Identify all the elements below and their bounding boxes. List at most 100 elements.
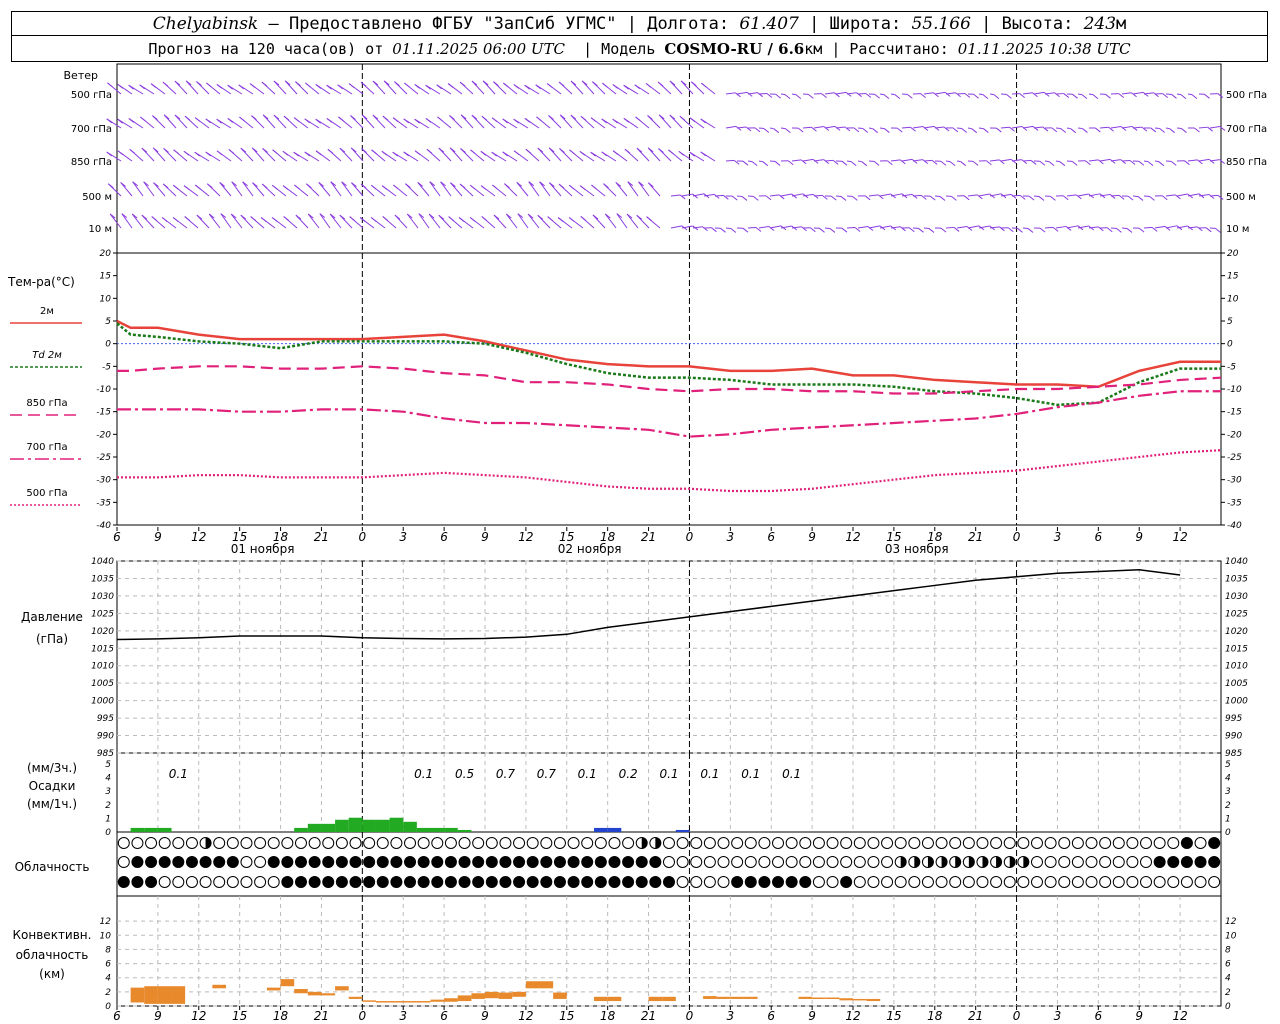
wind-barb — [945, 92, 956, 95]
wind-barb — [220, 213, 232, 229]
cloud-cover-symbol — [635, 856, 648, 868]
temp-tick-label-left: 15 — [100, 272, 112, 282]
wind-barb-flag — [271, 217, 278, 222]
temp-legend-label: 2м — [40, 306, 54, 317]
conv-cloud-bar — [389, 1001, 404, 1003]
cloud-cover-symbol — [499, 876, 512, 888]
temp-tick-label-left: -40 — [96, 521, 111, 531]
cloud-cover-symbol — [1167, 876, 1180, 888]
wind-barb — [846, 160, 852, 163]
time-tick-label: 9 — [481, 530, 489, 544]
wind-barb-flag — [645, 83, 652, 88]
pressure-tick-left: 1015 — [91, 644, 114, 654]
wind-barb-flag — [568, 184, 575, 190]
cloud-cover-half — [1009, 856, 1016, 868]
wind-barb-flag — [304, 151, 311, 157]
wind-level-left: 700 гПа — [71, 124, 112, 135]
cloud-cover-symbol — [458, 856, 471, 868]
cloud-cover-symbol — [1003, 876, 1016, 888]
wind-barb — [539, 181, 551, 197]
cloud-cover-symbol — [921, 876, 934, 888]
wind-barb-flag — [240, 147, 247, 153]
cloud-cover-symbol — [349, 856, 362, 868]
cloud-cover-symbol — [308, 837, 321, 849]
wind-barb-flag — [381, 150, 388, 156]
time-tick-label-bottom: 9 — [154, 1009, 162, 1023]
wind-barb-flag — [884, 128, 890, 133]
wind-barb-flag — [349, 216, 355, 221]
cloud-cover-symbol — [690, 876, 703, 888]
wind-barb-flag — [1092, 94, 1099, 100]
cloud-cover-symbol — [1071, 856, 1084, 868]
wind-barb-flag — [239, 116, 245, 122]
time-tick-label: 21 — [314, 530, 329, 544]
precip-bar — [294, 827, 308, 832]
cloud-cover-symbol — [513, 876, 526, 888]
wind-barb-flag — [1039, 160, 1046, 166]
wind-barb — [923, 125, 935, 129]
cloud-cover-symbol — [962, 876, 975, 888]
wind-barb — [681, 193, 693, 197]
time-tick-label-bottom: 6 — [1095, 1009, 1103, 1023]
wind-barb-flag — [742, 160, 749, 166]
temp-tick-label-left: 5 — [105, 317, 111, 327]
cloud-cover-symbol — [1140, 837, 1153, 849]
cloud-cover-symbol — [1071, 837, 1084, 849]
wind-barb — [923, 159, 933, 162]
cloud-cover-half — [914, 856, 920, 868]
wind-barb — [1022, 159, 1032, 162]
wind-barbs — [106, 80, 1226, 233]
temp-tick-label-left: 10 — [100, 294, 112, 304]
wind-level-right: 500 м — [1226, 192, 1256, 203]
wind-barb — [131, 213, 144, 229]
cloud-cover-symbol — [1099, 837, 1112, 849]
wind-barb — [1033, 91, 1045, 95]
wind-barb-flag — [1072, 93, 1078, 99]
wind-barb-flag — [1204, 93, 1210, 99]
wind-barb — [670, 194, 681, 197]
precip-bar — [607, 827, 622, 832]
wind-barb-flag — [579, 185, 586, 191]
wind-barb-flag — [623, 84, 629, 90]
wind-barb-flag — [151, 216, 158, 221]
precip-bar — [444, 827, 458, 832]
wind-barb-flag — [162, 81, 169, 87]
time-tick-label: 21 — [968, 530, 983, 544]
wind-barb-flag — [469, 217, 476, 222]
wind-barb — [1099, 158, 1111, 162]
precip-bar — [157, 827, 172, 832]
wind-barb-flag — [742, 227, 749, 233]
cloud-cover-symbol — [717, 856, 730, 868]
wind-barb — [1121, 125, 1133, 129]
conv-cloud-bar — [594, 996, 608, 1002]
precip-bar — [144, 827, 158, 832]
wind-barb — [1187, 93, 1193, 96]
cloud-cover-symbol — [703, 876, 716, 888]
wind-barb — [1066, 225, 1079, 229]
cloud-cover-symbol — [1017, 876, 1030, 888]
precip-3h-total: 0.1 — [414, 767, 433, 781]
wind-barb — [505, 213, 518, 229]
wind-barb-flag — [1208, 158, 1215, 164]
time-tick-label: 0 — [359, 530, 367, 544]
cloud-cover-symbol — [117, 856, 130, 868]
wind-barb — [1011, 194, 1021, 197]
wind-barb — [769, 194, 780, 197]
wind-barb — [1154, 225, 1166, 229]
wind-barb-flag — [436, 84, 443, 90]
wind-barb — [1209, 125, 1221, 129]
cloud-cover-symbol — [213, 876, 226, 888]
wind-barb-flag — [1043, 91, 1050, 97]
wind-barb-flag — [922, 159, 929, 165]
wind-barb-flag — [949, 161, 956, 167]
wind-barb-flag — [678, 150, 685, 156]
wind-barb-flag — [304, 118, 311, 124]
precip-3h-total: 0.1 — [169, 767, 188, 781]
wind-barb-flag — [996, 127, 1002, 133]
cloud-cover-symbol — [826, 856, 839, 868]
wind-barb-flag — [306, 183, 312, 189]
date-label: 01 ноября — [231, 542, 295, 556]
time-tick-label-bottom: 18 — [600, 1009, 616, 1023]
wind-barb-flag — [944, 91, 951, 97]
wind-barb-flag — [348, 83, 355, 88]
